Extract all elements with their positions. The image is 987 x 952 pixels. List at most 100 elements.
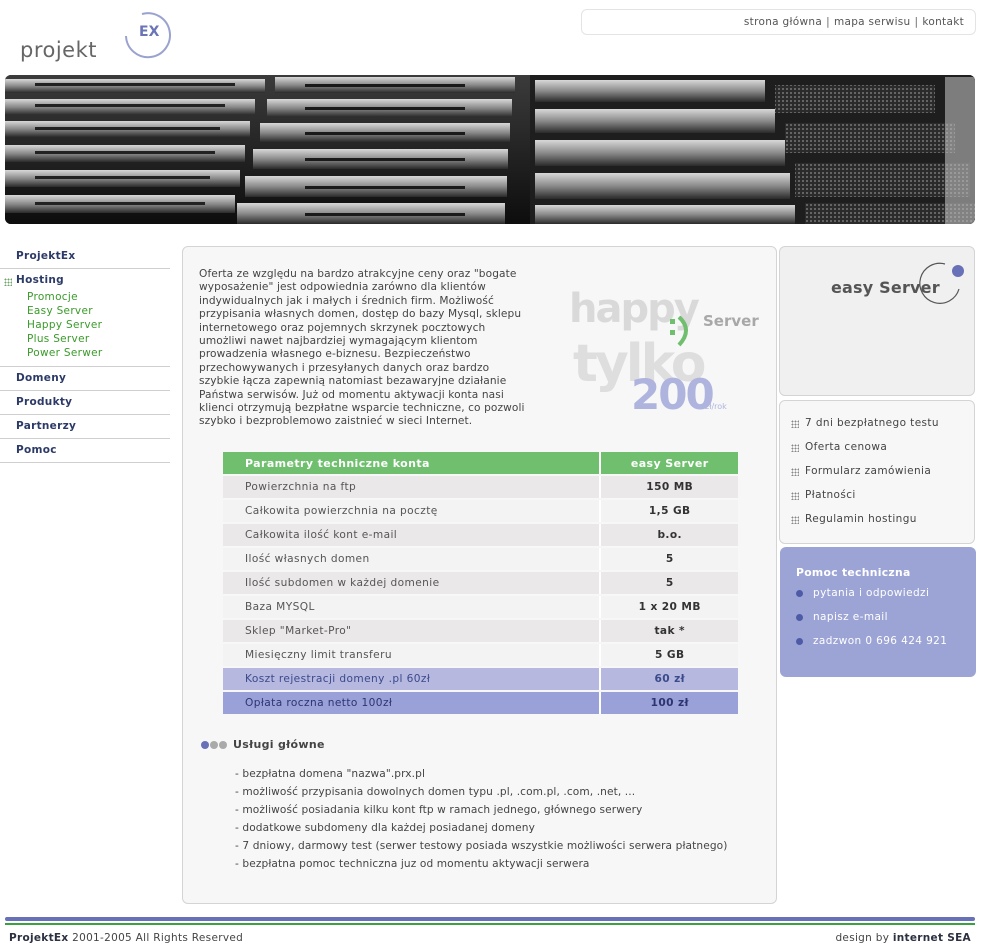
intro-line: prowadzenia własnego e-biznesu. Bezpiecz…: [199, 348, 471, 361]
list-item: - dodatkowe subdomeny dla każdej posiada…: [235, 822, 535, 834]
list-item: - możliwość przypisania dowolnych domen …: [235, 786, 636, 798]
link-label: pytania i odpowiedzi: [813, 587, 930, 599]
footer-divider-green: [5, 923, 975, 925]
link-home[interactable]: strona główna: [744, 16, 822, 28]
param-value: 5 GB: [599, 644, 738, 666]
separator: |: [914, 16, 919, 28]
intro-line: klienci otrzymują bezpłatne wsparcie tec…: [199, 402, 525, 415]
link-hosting-terms[interactable]: Regulamin hostingu: [780, 513, 974, 537]
param-value: 150 MB: [599, 476, 738, 498]
tech-support-box: Pomoc techniczna pytania i odpowiedzi na…: [780, 547, 976, 677]
link-price-offer[interactable]: Oferta cenowa: [780, 441, 974, 465]
copyright-text: 2001-2005 All Rights Reserved: [68, 932, 244, 944]
param-label: Miesięczny limit transferu: [223, 644, 600, 666]
link-phone[interactable]: zadzwon 0 696 424 921: [796, 635, 976, 659]
dotted-bullet-icon: [791, 492, 799, 500]
param-label: Baza MYSQL: [223, 596, 600, 618]
link-contact[interactable]: kontakt: [922, 16, 964, 28]
table-row: Baza MYSQL 1 x 20 MB: [223, 596, 738, 618]
table-row: Miesięczny limit transferu 5 GB: [223, 644, 738, 666]
support-title: Pomoc techniczna: [796, 566, 911, 579]
nav-item-produkty[interactable]: Produkty: [0, 391, 170, 415]
three-dots-icon: [201, 739, 228, 752]
link-faq[interactable]: pytania i odpowiedzi: [796, 587, 976, 611]
intro-line: internetowego oraz pojemnych skrzynek po…: [199, 321, 486, 334]
table-row-domain-cost: Koszt rejestracji domeny .pl 60zł 60 zł: [223, 668, 738, 690]
param-value: 100 zł: [599, 692, 738, 714]
param-label: Całkowita ilość kont e-mail: [223, 524, 600, 546]
footer-divider-blue: [5, 917, 975, 921]
projektex-logo[interactable]: EX projekt: [18, 8, 178, 64]
services-heading: Usługi główne: [201, 738, 325, 752]
param-label: Sklep "Market-Pro": [223, 620, 600, 642]
list-item: - bezpłatna domena "nazwa".prx.pl: [235, 768, 425, 780]
top-links: strona główna | mapa serwisu | kontakt: [581, 9, 976, 35]
param-value: tak *: [599, 620, 738, 642]
link-payments[interactable]: Płatności: [780, 489, 974, 513]
subnav-item-plus-server[interactable]: Plus Server: [27, 333, 170, 347]
intro-line: szybko i bezproblemowo zaistnieć w sieci…: [199, 415, 473, 428]
link-label: Płatności: [805, 489, 856, 501]
bullet-dot-icon: [796, 590, 803, 597]
subnav-item-happy-server[interactable]: Happy Server: [27, 319, 170, 333]
hosting-subnav: Promocje Easy Server Happy Server Plus S…: [0, 291, 170, 367]
intro-line: indywidualnych jak i małych i średnich f…: [199, 294, 494, 307]
nav-item-hosting[interactable]: Hosting: [0, 269, 170, 293]
intro-line: umożliwi nawet najbardziej wymagającym k…: [199, 335, 478, 348]
link-label: Formularz zamówienia: [805, 465, 932, 477]
design-credit: design by internet SEA: [835, 932, 971, 944]
subnav-item-easy-server[interactable]: Easy Server: [27, 305, 170, 319]
link-label: zadzwon 0 696 424 921: [813, 635, 948, 647]
param-label: Koszt rejestracji domeny .pl 60zł: [223, 668, 600, 690]
easy-server-product-box: easy Server: [779, 246, 975, 396]
table-header-params: Parametry techniczne konta: [223, 452, 600, 474]
intro-line: przypisania własnych domen, dostęp do ba…: [199, 308, 522, 321]
svg-text:200: 200: [631, 370, 713, 417]
subnav-item-power-serwer[interactable]: Power Serwer: [27, 347, 170, 361]
param-label: Ilość subdomen w każdej domenie: [223, 572, 600, 594]
table-row: Całkowita ilość kont e-mail b.o.: [223, 524, 738, 546]
services-title: Usługi główne: [233, 738, 325, 751]
intro-line: Państwa serwisów. Już od momentu aktywac…: [199, 388, 504, 401]
nav-item-domeny[interactable]: Domeny: [0, 367, 170, 391]
table-row: Całkowita powierzchnia na pocztę 1,5 GB: [223, 500, 738, 522]
table-header-product: easy Server: [599, 452, 738, 474]
bullet-dot-icon: [796, 614, 803, 621]
param-value: 1 x 20 MB: [599, 596, 738, 618]
link-sitemap[interactable]: mapa serwisu: [834, 16, 911, 28]
svg-text:Server: Server: [703, 312, 759, 330]
svg-text:happy: happy: [569, 287, 700, 332]
link-label: Oferta cenowa: [805, 441, 888, 453]
bullet-dot-icon: [796, 638, 803, 645]
subnav-item-promocje[interactable]: Promocje: [27, 291, 170, 305]
table-row-annual-fee: Opłata roczna netto 100zł 100 zł: [223, 692, 738, 714]
main-content-panel: Oferta ze względu na bardzo atrakcyjne c…: [182, 246, 777, 904]
link-free-trial[interactable]: 7 dni bezpłatnego testu: [780, 417, 974, 441]
designer-link[interactable]: internet SEA: [893, 932, 971, 944]
nav-item-projektex[interactable]: ProjektEx: [0, 245, 170, 269]
intro-line: szybkie łącza zapewnią natomiast bezawar…: [199, 375, 507, 388]
dotted-bullet-icon: [791, 420, 799, 428]
param-value: b.o.: [599, 524, 738, 546]
svg-text:zł/rok: zł/rok: [705, 402, 727, 411]
dotted-bullet-icon: [791, 444, 799, 452]
link-label: napisz e-mail: [813, 611, 888, 623]
nav-item-partnerzy[interactable]: Partnerzy: [0, 415, 170, 439]
intro-line: przechowywanych i przesyłanych danych or…: [199, 361, 490, 374]
nav-item-pomoc[interactable]: Pomoc: [0, 439, 170, 463]
dotted-bullet-icon: [791, 468, 799, 476]
link-email[interactable]: napisz e-mail: [796, 611, 976, 635]
link-label: Regulamin hostingu: [805, 513, 917, 525]
svg-text:EX: EX: [139, 24, 160, 40]
services-list: - bezpłatna domena "nazwa".prx.pl - możl…: [235, 765, 755, 873]
separator: |: [826, 16, 830, 28]
param-value: 5: [599, 548, 738, 570]
table-row: Ilość subdomen w każdej domenie 5: [223, 572, 738, 594]
intro-line: wyposażenie" jest odpowiednia zarówno dl…: [199, 281, 486, 294]
list-item: - możliwość posiadania kilku kont ftp w …: [235, 804, 643, 816]
left-navigation: ProjektEx Hosting Promocje Easy Server H…: [0, 245, 170, 463]
hosting-links-box: 7 dni bezpłatnego testu Oferta cenowa Fo…: [779, 400, 975, 544]
param-label: Powierzchnia na ftp: [223, 476, 600, 498]
link-order-form[interactable]: Formularz zamówienia: [780, 465, 974, 489]
server-rack-banner: [5, 75, 975, 224]
